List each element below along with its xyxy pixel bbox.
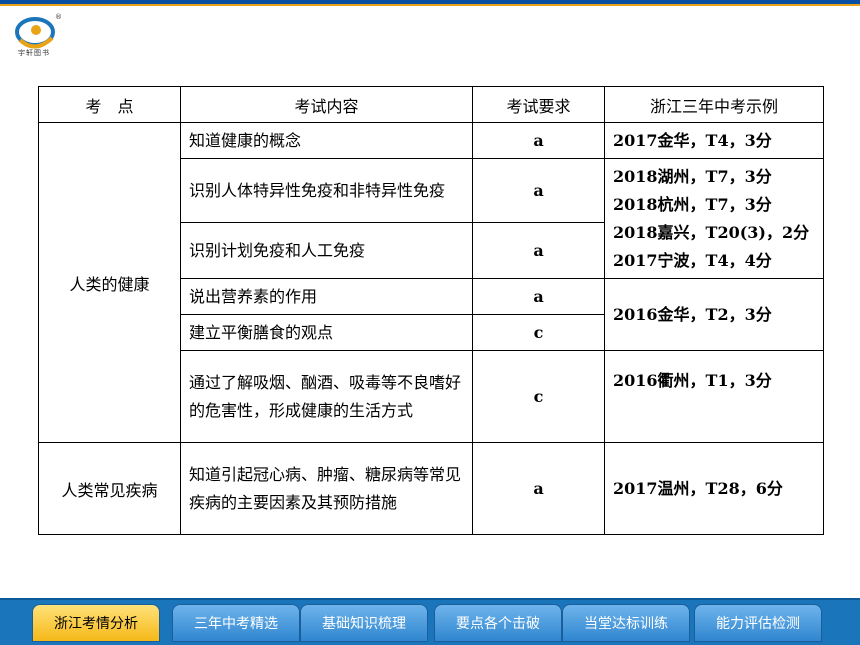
header-requirement: 考试要求	[472, 86, 605, 123]
content-cell: 建立平衡膳食的观点	[180, 314, 473, 351]
tab-class-practice[interactable]: 当堂达标训练	[562, 604, 690, 642]
content-cell: 通过了解吸烟、酗酒、吸毒等不良嗜好的危害性，形成健康的生活方式	[180, 350, 473, 443]
requirement-cell: a	[472, 278, 605, 315]
tab-key-points[interactable]: 要点各个击破	[434, 604, 562, 642]
example-line: 2016金华，T2，3分	[613, 304, 772, 324]
example-line: 2018嘉兴，T20(3)，2分	[613, 222, 810, 242]
example-line: 2017金华，T4，3分	[613, 130, 772, 150]
topic-cell-health: 人类的健康	[38, 122, 181, 443]
top-accent-stripe	[0, 4, 860, 6]
registered-mark: ®	[55, 13, 62, 21]
example-line: 2018湖州，T7，3分	[613, 166, 772, 186]
tab-basic-knowledge[interactable]: 基础知识梳理	[300, 604, 428, 642]
example-line: 2018杭州，T7，3分	[613, 194, 772, 214]
content-cell: 说出营养素的作用	[180, 278, 473, 315]
example-line: 2017宁波，T4，4分	[613, 250, 772, 270]
topic-cell-disease: 人类常见疾病	[38, 442, 181, 535]
tab-three-year-selection[interactable]: 三年中考精选	[172, 604, 300, 642]
example-line: 2017温州，T28，6分	[613, 478, 783, 498]
bottom-nav-bar: 浙江考情分析 三年中考精选 基础知识梳理 要点各个击破 当堂达标训练 能力评估检…	[0, 598, 860, 645]
tab-zhejiang-analysis[interactable]: 浙江考情分析	[32, 604, 160, 642]
content-cell: 识别计划免疫和人工免疫	[180, 222, 473, 279]
table-header-row: 考 点 考试内容 考试要求 浙江三年中考示例	[38, 86, 824, 123]
example-cell: 2017温州，T28，6分	[604, 442, 824, 535]
requirement-cell: a	[472, 442, 605, 535]
table-row: 人类常见疾病 知道引起冠心病、肿瘤、糖尿病等常见疾病的主要因素及其预防措施 a …	[38, 442, 824, 535]
tab-ability-test[interactable]: 能力评估检测	[694, 604, 822, 642]
example-line: 2016衢州，T1，3分	[613, 371, 772, 390]
content-cell: 知道引起冠心病、肿瘤、糖尿病等常见疾病的主要因素及其预防措施	[180, 442, 473, 535]
requirement-cell: c	[472, 350, 605, 443]
header-content: 考试内容	[180, 86, 473, 123]
example-cell-merged: 2018湖州，T7，3分 2018杭州，T7，3分 2018嘉兴，T20(3)，…	[604, 158, 824, 279]
header-examples: 浙江三年中考示例	[604, 86, 824, 123]
header-topic: 考 点	[38, 86, 181, 123]
example-cell: 2017金华，T4，3分	[604, 122, 824, 159]
logo-caption: 宇轩图书	[18, 49, 50, 57]
example-cell-merged: 2016金华，T2，3分	[604, 278, 824, 351]
requirement-cell: a	[472, 222, 605, 279]
table-row: 人类的健康 知道健康的概念 a 2017金华，T4，3分	[38, 122, 824, 443]
exam-analysis-table: 考 点 考试内容 考试要求 浙江三年中考示例 人类的健康 知道健康的概念 a 2…	[38, 86, 824, 535]
example-cell: 2016衢州，T1，3分	[604, 350, 824, 443]
requirement-cell: c	[472, 314, 605, 351]
requirement-cell: a	[472, 122, 605, 159]
content-cell: 识别人体特异性免疫和非特异性免疫	[180, 158, 473, 223]
requirement-cell: a	[472, 158, 605, 223]
content-cell: 知道健康的概念	[180, 122, 473, 159]
